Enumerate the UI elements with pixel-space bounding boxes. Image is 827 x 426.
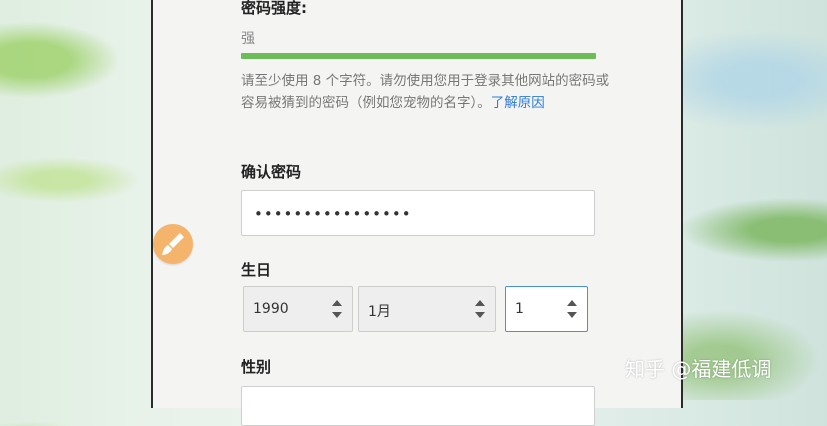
birth-day-value: 1 [515, 301, 524, 317]
paintbrush-icon[interactable] [153, 224, 193, 264]
watermark-text: 知乎 @福建低调 [625, 357, 772, 381]
updown-arrows-icon [475, 300, 485, 318]
updown-arrows-icon [332, 300, 342, 318]
birthday-label: 生日 [241, 261, 272, 279]
password-strength-bar [241, 53, 596, 59]
confirm-password-label: 确认密码 [241, 163, 302, 181]
updown-arrows-icon [567, 300, 577, 318]
signup-form-panel: 密码强度: 强 请至少使用 8 个字符。请勿使用您用于登录其他网站的密码或容易被… [151, 0, 683, 426]
gender-select[interactable] [241, 386, 595, 426]
password-help-text: 请至少使用 8 个字符。请勿使用您用于登录其他网站的密码或容易被猜到的密码（例如… [241, 70, 611, 114]
learn-why-link[interactable]: 了解原因 [491, 95, 545, 111]
confirm-password-input[interactable]: •••••••••••••••• [241, 190, 595, 236]
password-help-body: 请至少使用 8 个字符。请勿使用您用于登录其他网站的密码或容易被猜到的密码（例如… [241, 73, 610, 111]
gender-label: 性别 [241, 358, 272, 376]
birth-day-select[interactable]: 1 [505, 286, 588, 332]
birth-year-value: 1990 [253, 301, 289, 317]
birth-month-select[interactable]: 1月 [358, 286, 496, 332]
birth-year-select[interactable]: 1990 [243, 286, 353, 332]
password-strength-value: 强 [241, 31, 255, 47]
password-strength-label: 密码强度: [241, 0, 307, 17]
birth-month-value: 1月 [368, 304, 391, 320]
